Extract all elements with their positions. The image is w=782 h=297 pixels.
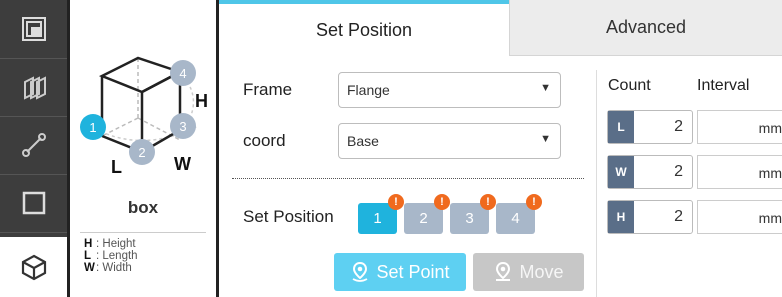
tool-rail bbox=[0, 0, 67, 297]
tab-set-position[interactable]: Set Position bbox=[219, 0, 509, 56]
alert-badge-icon: ! bbox=[526, 194, 542, 210]
count-value: 2 bbox=[674, 118, 683, 135]
box-diagram: L W H 1 2 3 4 bbox=[80, 56, 208, 177]
coord-label: coord bbox=[243, 131, 286, 150]
point-marker-1: 1 bbox=[89, 120, 96, 135]
layers-icon bbox=[23, 76, 46, 100]
legend-width: W: Width bbox=[84, 262, 132, 274]
count-header: Count bbox=[608, 77, 651, 94]
position-button-4[interactable]: 4 ! bbox=[496, 194, 542, 234]
tab-bar: Set Position Advanced bbox=[219, 0, 782, 56]
count-value: 2 bbox=[674, 208, 683, 225]
axis-tag: L bbox=[608, 111, 634, 143]
frame-select-value: Flange bbox=[347, 82, 390, 98]
dim-width-label: W bbox=[174, 154, 191, 174]
dim-length-label: L bbox=[111, 157, 122, 177]
frame-label: Frame bbox=[243, 80, 293, 99]
line-icon bbox=[21, 133, 46, 157]
axis-tag: W bbox=[608, 156, 634, 188]
section-divider bbox=[232, 178, 584, 179]
position-button-label: 1 bbox=[373, 210, 382, 227]
set-point-button[interactable]: Set Point bbox=[334, 253, 466, 291]
position-button-label: 3 bbox=[465, 210, 474, 227]
shape-name: box bbox=[127, 198, 159, 217]
tab-advanced[interactable]: Advanced bbox=[509, 0, 782, 56]
line-tool-button[interactable] bbox=[0, 116, 67, 175]
point-marker-2: 2 bbox=[138, 145, 145, 160]
count-field-w[interactable]: W 2 bbox=[607, 155, 693, 189]
position-button-1[interactable]: 1 ! bbox=[358, 194, 404, 234]
count-field-l[interactable]: L 2 bbox=[607, 110, 693, 144]
position-button-3[interactable]: 3 ! bbox=[450, 194, 496, 234]
legend-length: L: Length bbox=[84, 250, 138, 262]
rectangle-tool-button[interactable] bbox=[0, 174, 67, 233]
interval-unit: mm bbox=[758, 120, 782, 136]
dim-height-label: H bbox=[195, 91, 208, 111]
set-position-label: Set Position bbox=[243, 207, 334, 226]
frame-select[interactable]: Flange ▼ bbox=[338, 72, 561, 108]
box-tool-button[interactable] bbox=[0, 237, 67, 297]
frame-tool-button[interactable] bbox=[0, 0, 67, 59]
frame-icon bbox=[21, 17, 46, 41]
layers-tool-button[interactable] bbox=[0, 58, 67, 117]
grid-divider bbox=[596, 70, 597, 297]
dimension-legend: H: Height L: Length W: Width bbox=[84, 238, 138, 274]
interval-unit: mm bbox=[758, 165, 782, 181]
point-marker-3: 3 bbox=[179, 119, 186, 134]
axis-tag: H bbox=[608, 201, 634, 233]
location-pin-icon bbox=[353, 262, 368, 282]
count-value: 2 bbox=[674, 163, 683, 180]
cube-icon bbox=[21, 254, 46, 281]
alert-badge-icon: ! bbox=[434, 194, 450, 210]
dropdown-arrow-icon: ▼ bbox=[540, 82, 551, 94]
move-label: Move bbox=[519, 261, 564, 282]
alert-badge-icon: ! bbox=[480, 194, 496, 210]
interval-field-l[interactable]: mm bbox=[697, 110, 782, 144]
coord-select[interactable]: Base ▼ bbox=[338, 123, 561, 159]
interval-header: Interval bbox=[697, 77, 750, 94]
position-button-label: 2 bbox=[419, 210, 428, 227]
location-pin-icon bbox=[496, 262, 511, 281]
interval-unit: mm bbox=[758, 210, 782, 226]
move-button[interactable]: Move bbox=[473, 253, 584, 291]
position-button-2[interactable]: 2 ! bbox=[404, 194, 450, 234]
legend-divider bbox=[80, 232, 206, 233]
square-icon bbox=[22, 191, 45, 215]
interval-field-h[interactable]: mm bbox=[697, 200, 782, 234]
count-field-h[interactable]: H 2 bbox=[607, 200, 693, 234]
interval-field-w[interactable]: mm bbox=[697, 155, 782, 189]
alert-badge-icon: ! bbox=[388, 194, 404, 210]
position-button-label: 4 bbox=[511, 210, 520, 227]
dropdown-arrow-icon: ▼ bbox=[540, 133, 551, 145]
point-marker-4: 4 bbox=[179, 66, 186, 81]
coord-select-value: Base bbox=[347, 133, 379, 149]
legend-height: H: Height bbox=[84, 238, 136, 250]
set-point-label: Set Point bbox=[376, 261, 450, 282]
